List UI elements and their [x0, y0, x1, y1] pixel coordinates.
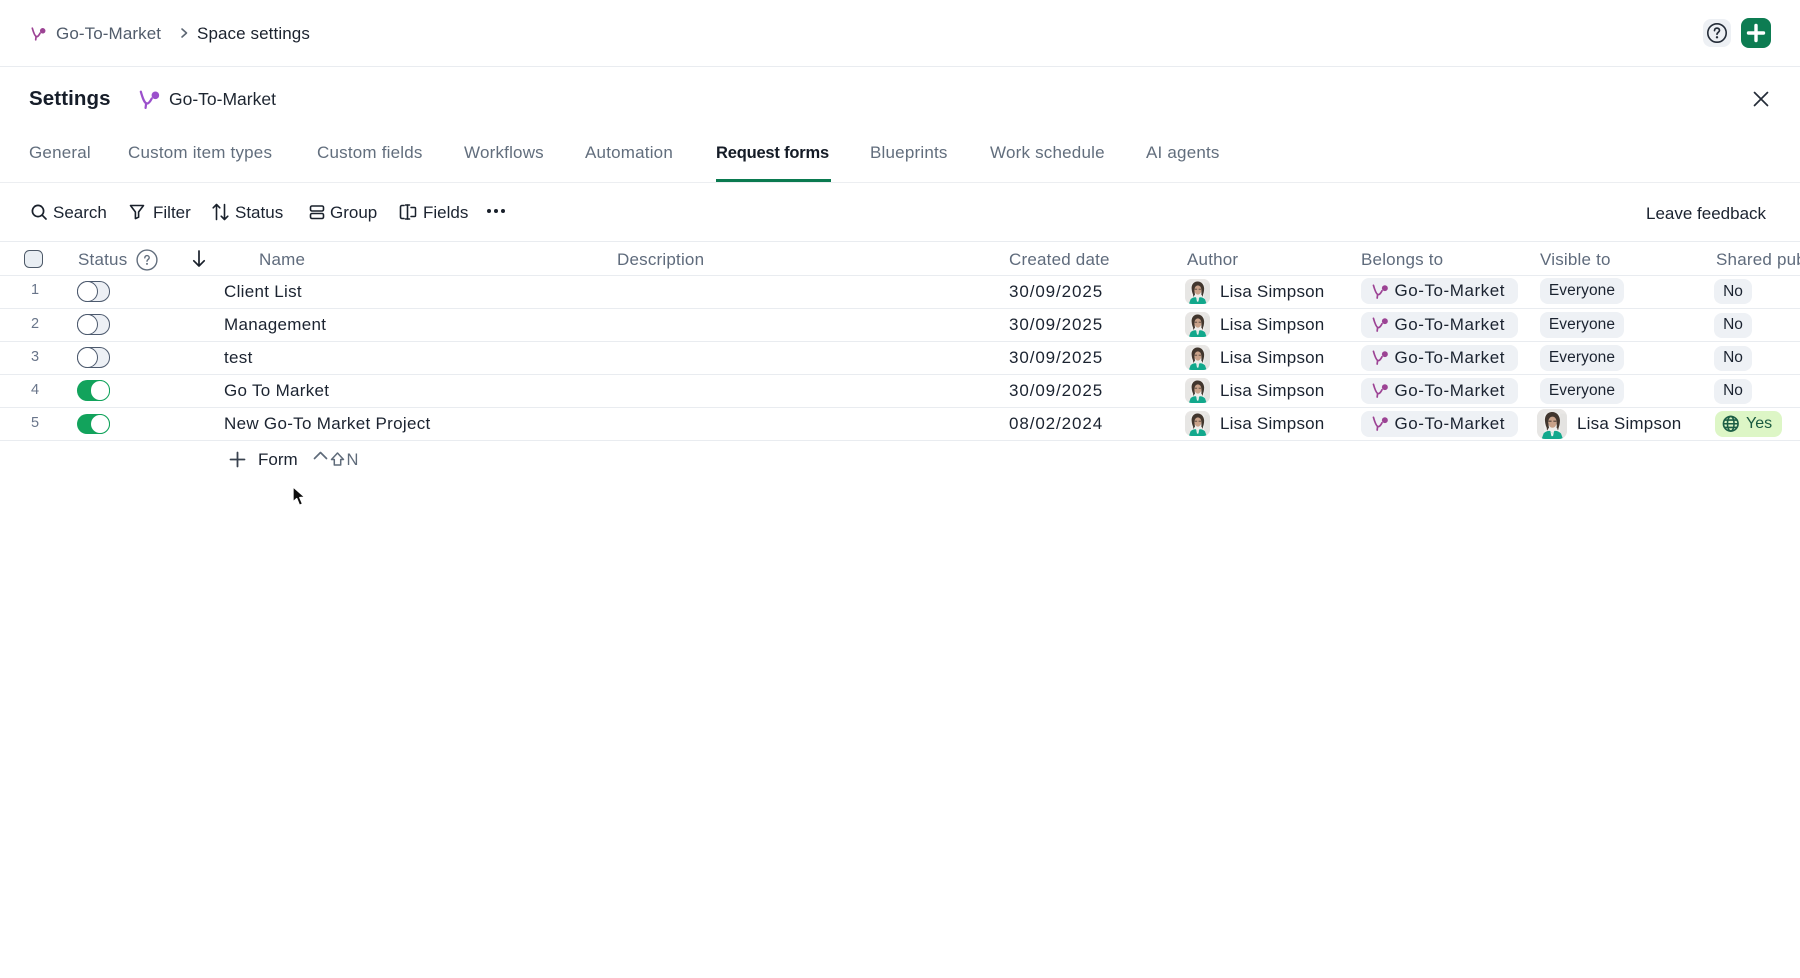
svg-text:N: N	[347, 451, 359, 469]
